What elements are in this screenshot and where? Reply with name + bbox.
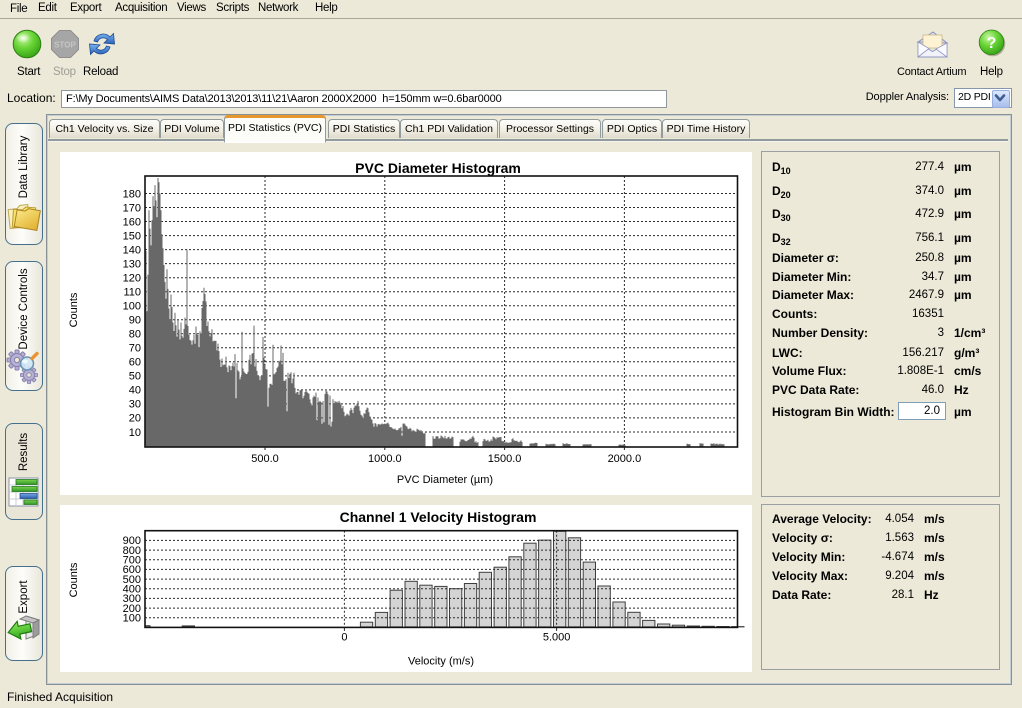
svg-text:140: 140	[123, 244, 141, 256]
svg-text:100: 100	[123, 301, 141, 313]
svg-text:110: 110	[123, 287, 141, 299]
svg-text:Counts: Counts	[68, 292, 80, 327]
svg-text:70: 70	[129, 343, 141, 355]
svg-text:20: 20	[129, 413, 141, 425]
svg-text:0: 0	[341, 632, 347, 644]
svg-text:10: 10	[129, 427, 141, 439]
svg-text:130: 130	[123, 258, 141, 270]
svg-text:180: 180	[123, 188, 141, 200]
svg-text:500.0: 500.0	[251, 453, 279, 465]
svg-text:40: 40	[129, 385, 141, 397]
svg-text:5.000: 5.000	[543, 632, 571, 644]
svg-text:50: 50	[129, 371, 141, 383]
svg-text:1500.0: 1500.0	[488, 453, 522, 465]
svg-text:Velocity (m/s): Velocity (m/s)	[408, 656, 474, 668]
svg-text:60: 60	[129, 357, 141, 369]
svg-text:900: 900	[123, 535, 141, 547]
svg-text:170: 170	[123, 202, 141, 214]
svg-text:80: 80	[129, 329, 141, 341]
svg-text:Channel 1 Velocity Histogram: Channel 1 Velocity Histogram	[340, 509, 537, 525]
svg-text:PVC Diameter Histogram: PVC Diameter Histogram	[355, 160, 521, 176]
svg-text:160: 160	[123, 216, 141, 228]
svg-text:120: 120	[123, 273, 141, 285]
svg-text:1000.0: 1000.0	[368, 453, 402, 465]
svg-text:2000.0: 2000.0	[608, 453, 642, 465]
svg-text:?: ?	[987, 35, 997, 52]
svg-text:30: 30	[129, 399, 141, 411]
svg-text:90: 90	[129, 315, 141, 327]
svg-text:STOP: STOP	[54, 41, 76, 50]
svg-text:PVC Diameter (µm): PVC Diameter (µm)	[397, 474, 493, 486]
svg-text:150: 150	[123, 230, 141, 242]
svg-text:Counts: Counts	[68, 562, 80, 597]
